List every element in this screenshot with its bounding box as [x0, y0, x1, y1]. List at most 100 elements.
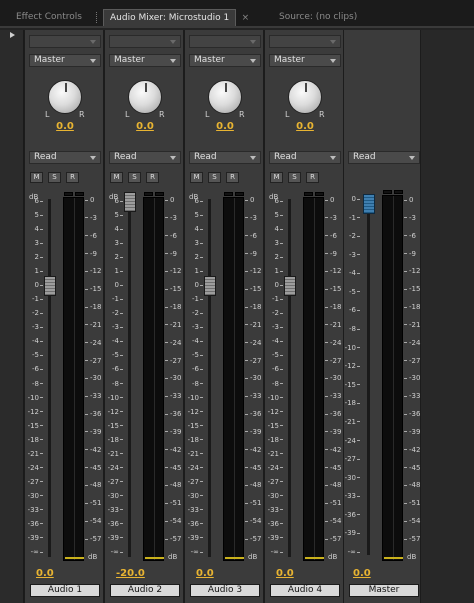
- mute-button[interactable]: M: [270, 172, 283, 183]
- pan-knob[interactable]: [208, 80, 242, 114]
- output-dropdown[interactable]: Master: [189, 54, 261, 67]
- tab-effect-controls[interactable]: Effect Controls: [10, 9, 88, 26]
- fader-track[interactable]: [288, 199, 291, 557]
- peak-indicator-left[interactable]: [383, 190, 392, 194]
- automation-dropdown-label: Read: [114, 152, 137, 162]
- pan-knob[interactable]: [288, 80, 322, 114]
- solo-button[interactable]: S: [288, 172, 301, 183]
- peak-indicator-right[interactable]: [155, 192, 164, 196]
- solo-button[interactable]: S: [48, 172, 61, 183]
- automation-dropdown[interactable]: Read: [189, 151, 261, 164]
- volume-fader[interactable]: [284, 276, 296, 297]
- meter-tick-label: -21: [85, 321, 101, 329]
- tab-audio-mixer[interactable]: Audio Mixer: Microstudio 1 ×: [103, 9, 249, 26]
- effects-send-dropdown[interactable]: [189, 35, 261, 48]
- volume-value[interactable]: 0.0: [196, 568, 214, 579]
- record-button[interactable]: R: [146, 172, 159, 183]
- volume-value[interactable]: -20.0: [116, 568, 145, 579]
- audio-mixer-panel: Master L R 0.0 Read M S RdB 6 5 4 3 2 1 0 -1 -2 -3 -4 -5 -6-…: [0, 30, 474, 603]
- peak-indicator-left[interactable]: [64, 192, 73, 196]
- peak-indicator-right[interactable]: [235, 192, 244, 196]
- record-button[interactable]: R: [306, 172, 319, 183]
- track-name[interactable]: Audio 1: [30, 584, 100, 597]
- meter-tick-label: -18: [325, 303, 341, 311]
- volume-value[interactable]: 0.0: [276, 568, 294, 579]
- record-button[interactable]: R: [226, 172, 239, 183]
- effects-send-dropdown[interactable]: [269, 35, 341, 48]
- solo-button[interactable]: S: [128, 172, 141, 183]
- master-meter-db-label: dB: [407, 553, 417, 561]
- chevron-down-icon: [250, 40, 256, 44]
- fader-tick-label: -36: [108, 520, 123, 528]
- fader-tick-label: -39: [108, 534, 123, 542]
- master-meter-tick-label: -9: [404, 250, 416, 258]
- output-dropdown[interactable]: Master: [109, 54, 181, 67]
- record-button[interactable]: R: [66, 172, 79, 183]
- peak-indicator-right[interactable]: [315, 192, 324, 196]
- pan-value[interactable]: 0.0: [25, 121, 105, 132]
- fader-tick-label: -12: [188, 408, 203, 416]
- fader-tick-label: -15: [188, 422, 203, 430]
- master-track-name[interactable]: Master: [349, 584, 419, 597]
- fader-tick-label: -18: [268, 436, 283, 444]
- mute-button[interactable]: M: [30, 172, 43, 183]
- master-volume-fader[interactable]: [363, 194, 375, 214]
- peak-indicator-left[interactable]: [144, 192, 153, 196]
- peak-indicator-left[interactable]: [224, 192, 233, 196]
- peak-indicator-right[interactable]: [394, 190, 403, 194]
- volume-fader[interactable]: [204, 276, 216, 297]
- track-name[interactable]: Audio 2: [110, 584, 180, 597]
- meter-tick-label: 0: [325, 196, 334, 204]
- pan-value[interactable]: 0.0: [105, 121, 185, 132]
- master-meter-tick-label: -27: [404, 357, 420, 365]
- master-automation-dropdown[interactable]: Read: [348, 151, 420, 164]
- fader-tick-label: -8: [32, 380, 43, 388]
- output-dropdown[interactable]: Master: [29, 54, 101, 67]
- pan-value[interactable]: 0.0: [265, 121, 345, 132]
- fader-tick-label: 2: [115, 253, 123, 261]
- peak-indicator-right[interactable]: [75, 192, 84, 196]
- close-icon[interactable]: ×: [242, 10, 250, 27]
- meter-db-label: dB: [168, 553, 178, 561]
- mute-button[interactable]: M: [190, 172, 203, 183]
- automation-dropdown[interactable]: Read: [29, 151, 101, 164]
- meter-tick-label: 0: [245, 196, 254, 204]
- chevron-down-icon: [409, 156, 415, 160]
- level-meter: [143, 192, 164, 561]
- pan-knob[interactable]: [128, 80, 162, 114]
- master-fader-tick-label: -8: [349, 325, 360, 333]
- solo-button[interactable]: S: [208, 172, 221, 183]
- fader-track[interactable]: [48, 199, 51, 557]
- master-fader-tick-label: -3: [349, 251, 360, 259]
- meter-tick-label: -15: [85, 285, 101, 293]
- tab-grip[interactable]: [96, 12, 99, 23]
- tab-source[interactable]: Source: (no clips): [273, 9, 363, 26]
- meter-tick-label: -57: [165, 535, 181, 543]
- volume-fader[interactable]: [44, 276, 56, 297]
- track-name[interactable]: Audio 3: [190, 584, 260, 597]
- fader-tick-label: -24: [28, 464, 43, 472]
- effects-send-dropdown[interactable]: [29, 35, 101, 48]
- mute-button[interactable]: M: [110, 172, 123, 183]
- track-name[interactable]: Audio 4: [270, 584, 340, 597]
- meter-tick-label: -15: [245, 285, 261, 293]
- triangle-right-icon[interactable]: [10, 32, 15, 38]
- master-fader-track[interactable]: [367, 196, 370, 555]
- peak-indicator-left[interactable]: [304, 192, 313, 196]
- pan-knob[interactable]: [48, 80, 82, 114]
- automation-dropdown[interactable]: Read: [269, 151, 341, 164]
- effects-send-dropdown[interactable]: [109, 35, 181, 48]
- volume-fader[interactable]: [124, 192, 136, 212]
- master-volume-value[interactable]: 0.0: [353, 568, 371, 579]
- fader-track[interactable]: [128, 199, 131, 557]
- automation-dropdown[interactable]: Read: [109, 151, 181, 164]
- pan-value[interactable]: 0.0: [185, 121, 265, 132]
- output-dropdown[interactable]: Master: [269, 54, 341, 67]
- level-meter: [223, 192, 244, 561]
- volume-value[interactable]: 0.0: [36, 568, 54, 579]
- fader-track[interactable]: [208, 199, 211, 557]
- fader-tick-label: -4: [192, 337, 203, 345]
- fader-tick-label: -24: [268, 464, 283, 472]
- meter-tick-label: -57: [245, 535, 261, 543]
- master-fader-tick-label: -30: [345, 474, 360, 482]
